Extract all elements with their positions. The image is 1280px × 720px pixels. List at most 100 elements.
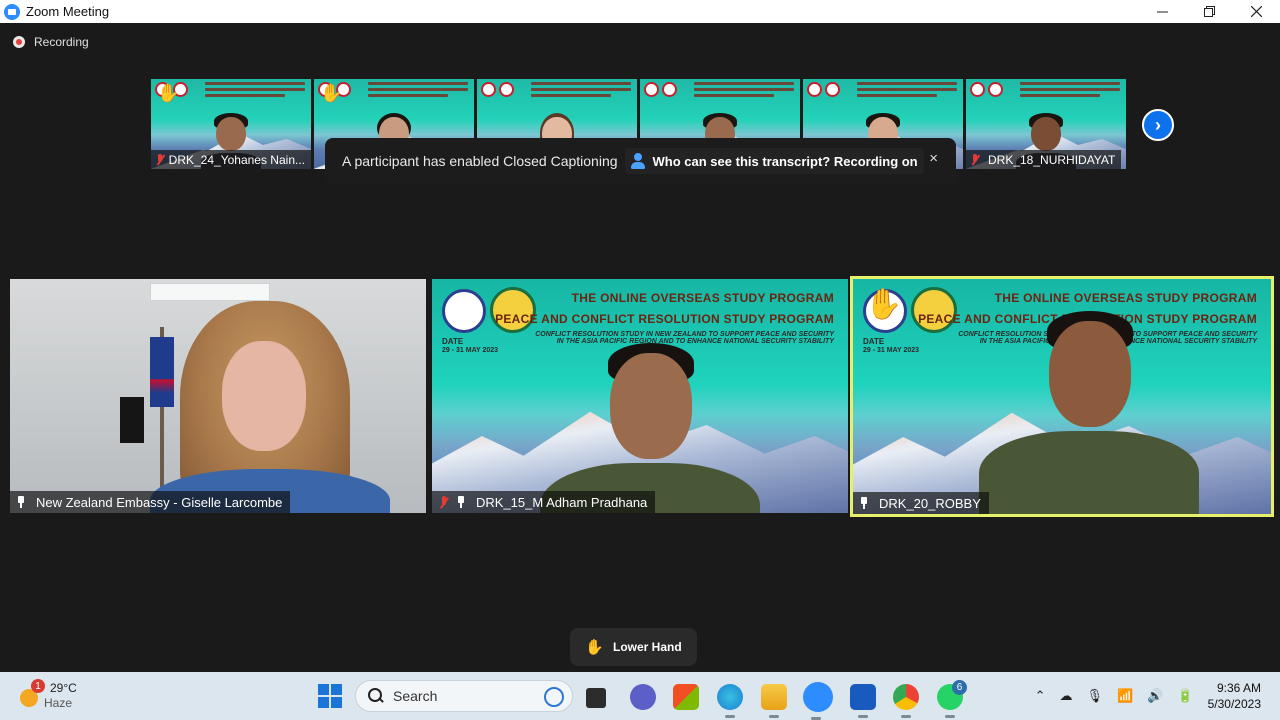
closed-caption-notification: A participant has enabled Closed Caption… [325,138,956,184]
window-controls [1139,0,1280,23]
banner-text-lines [531,82,631,100]
whatsapp-badge: 6 [952,680,967,695]
banner-date-label: DATE [863,337,885,346]
video-tile[interactable]: THE ONLINE OVERSEAS STUDY PROGRAM PEACE … [432,279,848,513]
muted-mic-icon [970,153,980,166]
banner-date-value: 29 - 31 MAY 2023 [863,347,920,354]
zoom-app-icon [4,3,20,20]
record-icon [13,36,25,48]
raised-hand-icon: ✋ [865,288,903,321]
close-notification-button[interactable]: × [929,150,938,167]
transcript-info-link[interactable]: Who can see this transcript? Recording o… [624,148,924,174]
close-window-button[interactable] [1233,0,1280,23]
weather-icon: 1 [14,679,45,710]
flag-image [150,337,174,407]
participant-name: DRK_18_NURHIDAYAT [966,150,1122,169]
participant-name-text: New Zealand Embassy - Giselle Larcombe [36,494,283,510]
zoom-taskbar-icon[interactable] [803,682,833,720]
edge-browser-icon[interactable] [717,684,743,718]
participant-thumbnail[interactable]: DRK_18_NURHIDAYAT [966,79,1126,169]
microphone-icon[interactable]: 🎙 [1087,688,1104,704]
participant-thumbnail[interactable]: ✋ DRK_24_Yohanes Nain... [151,79,311,169]
bing-icon[interactable] [544,687,564,707]
weather-temperature: 29°C [50,680,77,695]
participant-face [222,341,306,451]
chevron-up-icon[interactable]: ⌃ [1035,688,1046,704]
transcript-info-text: Who can see this transcript? Recording o… [652,153,918,169]
banner-title: THE ONLINE OVERSEAS STUDY PROGRAM [571,291,834,305]
lower-hand-button[interactable]: ✋ Lower Hand [570,628,697,666]
recording-label: Recording [34,35,89,49]
notification-message: A participant has enabled Closed Caption… [342,153,618,169]
banner-logos [481,82,514,97]
system-tray: ⌃ ☁ 🎙 📶 🔊 🔋 9:36 AM 5/30/2023 [1035,672,1280,720]
windows-taskbar: 1 29°C Haze Search ⌃ ☁ 🎙 📶 🔊 🔋 9:36 AM 5… [0,672,1280,720]
clock-date: 5/30/2023 [1207,697,1261,711]
weather-condition: Haze [44,695,73,710]
close-icon [1251,6,1262,17]
muted-mic-icon [438,495,450,509]
participant-name-text: DRK_20_ROBBY [879,495,981,511]
pin-icon [859,497,869,509]
banner-text-lines [205,82,305,100]
restore-icon [1204,6,1215,17]
fern-emblem [120,397,144,443]
banner-date-label: DATE [442,337,464,346]
title-bar: Zoom Meeting [0,0,1280,23]
banner-logos [970,82,1003,97]
taskbar-search[interactable]: Search [355,680,573,712]
search-placeholder: Search [393,688,438,704]
video-tile-label: DRK_20_ROBBY [853,492,989,514]
battery-icon[interactable]: 🔋 [1177,688,1193,704]
participant-name-text: DRK_15_M Adham Pradhana [476,494,648,510]
recording-indicator[interactable]: Recording [13,35,89,49]
search-icon [368,688,384,704]
weather-widget[interactable]: 1 29°C Haze [14,679,77,710]
teams-chat-icon[interactable] [630,684,656,710]
banner-date-value: 29 - 31 MAY 2023 [442,347,499,354]
speaker-icon[interactable]: 🔊 [1147,688,1163,704]
pin-icon [456,496,466,508]
video-tile-label: DRK_15_M Adham Pradhana [432,491,656,513]
participants-icon [630,153,647,169]
organization-logo [490,287,536,333]
raised-hand-icon: ✋ [157,83,180,103]
microsoft-store-icon[interactable] [673,684,699,710]
banner-logos [644,82,677,97]
next-page-button[interactable]: › [1142,109,1174,141]
clock-time: 9:36 AM [1216,681,1261,695]
file-explorer-icon[interactable] [761,684,787,718]
notification-badge: 1 [31,679,45,693]
chrome-icon[interactable] [893,684,919,718]
onedrive-icon[interactable]: ☁ [1060,688,1073,704]
wifi-icon[interactable]: 📶 [1117,688,1133,704]
task-view-icon[interactable] [586,688,606,708]
chevron-right-icon: › [1155,114,1161,135]
organization-logo [442,289,486,333]
restore-button[interactable] [1186,0,1233,23]
raised-hand-icon: ✋ [320,83,343,103]
start-button[interactable] [318,684,342,708]
minimize-icon [1157,11,1168,13]
video-tile-label: New Zealand Embassy - Giselle Larcombe [10,491,291,513]
organization-logo [911,287,957,333]
lower-hand-label: Lower Hand [613,640,682,654]
window-title: Zoom Meeting [26,4,110,19]
system-clock[interactable]: 9:36 AM 5/30/2023 [1208,680,1261,712]
word-icon[interactable] [850,684,876,718]
ceiling-light [150,283,270,301]
participant-name-text: DRK_24_Yohanes Nain... [168,152,305,167]
pin-icon [16,496,26,508]
participant-name: DRK_24_Yohanes Nain... [151,150,311,169]
banner-text-lines [694,82,794,100]
banner-logos [807,82,840,97]
minimize-button[interactable] [1139,0,1186,23]
banner-text-lines [368,82,468,100]
active-speaker-tile[interactable]: ✋ THE ONLINE OVERSEAS STUDY PROGRAM PEAC… [850,276,1274,517]
participant-video [540,323,760,513]
participant-name-text: DRK_18_NURHIDAYAT [988,152,1116,167]
banner-text-lines [857,82,957,100]
video-tile[interactable]: New Zealand Embassy - Giselle Larcombe [10,279,426,513]
meeting-stage: Recording ✋ DRK_24_Yohanes Nain... ✋ DRK… [0,23,1280,672]
banner-text-lines [1020,82,1120,100]
